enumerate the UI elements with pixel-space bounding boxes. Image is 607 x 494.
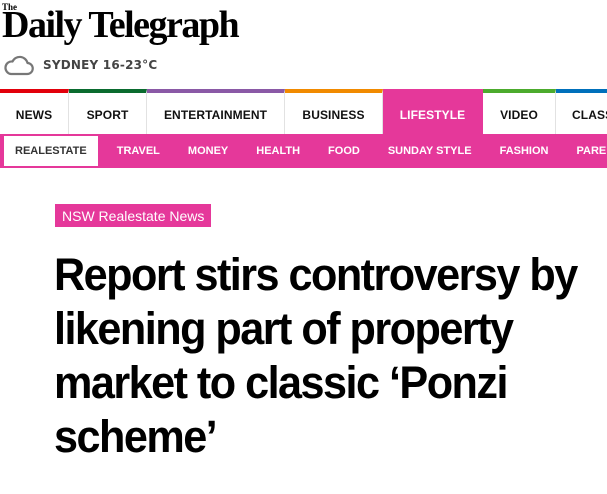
subnav-sunday-style[interactable]: SUNDAY STYLE [374,134,486,168]
article-headline: Report stirs controversy by likening par… [54,249,578,462]
nav-video[interactable]: VIDEO [483,89,556,134]
cloud-icon [4,54,34,76]
subnav-food[interactable]: FOOD [314,134,374,168]
nav-business-label: BUSINESS [302,108,365,122]
category-tag[interactable]: NSW Realestate News [55,204,212,227]
nav-lifestyle[interactable]: LIFESTYLE [383,89,483,134]
subnav-health[interactable]: HEALTH [242,134,314,168]
sub-nav: REALESTATE TRAVEL MONEY HEALTH FOOD SUND… [0,134,607,168]
subnav-money[interactable]: MONEY [174,134,242,168]
logo-name: Daily Telegraph [2,4,240,46]
subnav-travel[interactable]: TRAVEL [98,134,174,168]
masthead: The Daily Telegraph [0,0,607,48]
nav-business[interactable]: BUSINESS [285,89,383,134]
nav-news-label: NEWS [15,108,53,122]
subnav-fashion[interactable]: FASHION [486,134,563,168]
nav-sport[interactable]: SPORT [69,89,147,134]
nav-lifestyle-label: LIFESTYLE [399,108,466,122]
nav-entertainment[interactable]: ENTERTAINMENT [147,89,285,134]
subnav-realestate[interactable]: REALESTATE [4,136,98,166]
nav-classifieds[interactable]: CLASS [556,89,607,134]
nav-video-label: VIDEO [500,108,538,122]
nav-entertainment-label: ENTERTAINMENT [163,108,268,122]
nav-news[interactable]: NEWS [0,89,69,134]
primary-nav: NEWS SPORT ENTERTAINMENT BUSINESS LIFEST… [0,89,607,135]
weather-widget[interactable]: SYDNEY 16-23°C [4,52,157,78]
nav-classifieds-label: CLASS [572,108,607,122]
subnav-parenting[interactable]: PARE [562,134,607,168]
weather-text: SYDNEY 16-23°C [43,58,158,72]
nav-sport-label: SPORT [86,108,129,122]
